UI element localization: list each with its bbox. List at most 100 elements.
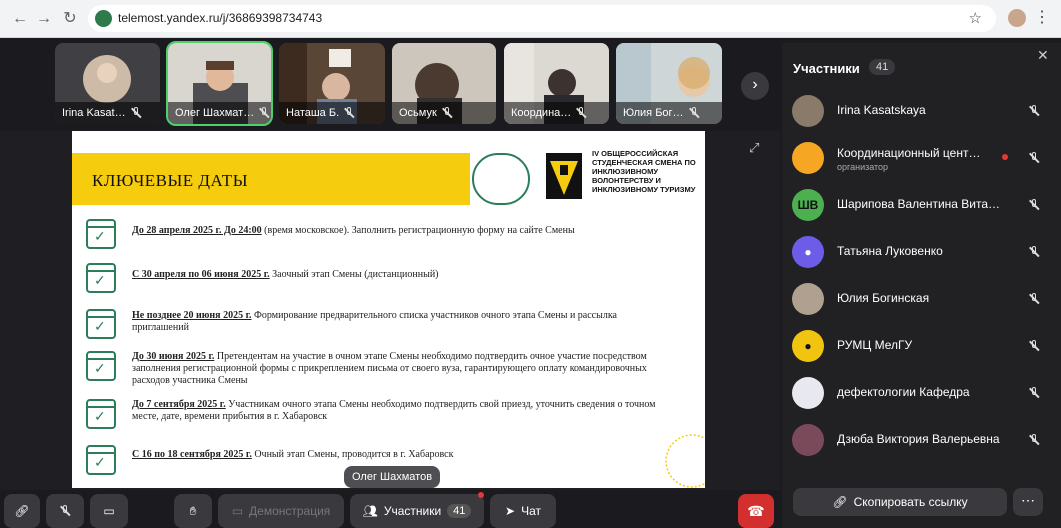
close-icon[interactable]: ✕	[1037, 47, 1049, 64]
mic-off-icon	[343, 107, 355, 119]
notification-dot	[1002, 154, 1008, 160]
mic-off-icon	[1028, 105, 1040, 117]
participant-name: Irina Kasatskaya	[837, 103, 926, 117]
participant-row[interactable]: Координационный цент… организатор	[792, 142, 1052, 176]
camera-toggle-button[interactable]: ▭	[90, 494, 128, 528]
participant-row[interactable]: Irina Kasatskaya	[792, 95, 1052, 129]
user-icon: ●	[804, 245, 812, 259]
hand-icon: ✋︎	[189, 503, 197, 518]
profile-avatar[interactable]	[1008, 9, 1026, 27]
key-date-item: До 30 июня 2025 г. Претендентам на участ…	[86, 351, 672, 387]
phone-hangup-icon: ☎︎	[747, 503, 765, 519]
video-tile[interactable]: Irina Kasat…	[55, 43, 160, 124]
mic-off-icon	[1028, 434, 1040, 446]
chat-label: Чат	[521, 504, 541, 518]
date-description: Заочный этап Смены (дистанционный)	[269, 269, 439, 280]
participant-row[interactable]: ШВ Шарипова Валентина Вита…	[792, 189, 1052, 223]
more-icon: ⋯	[1021, 492, 1035, 508]
avatar	[792, 283, 824, 315]
mic-off-icon	[1028, 293, 1040, 305]
date-label: До 7 сентября 2025 г.	[132, 399, 226, 410]
date-label: До 30 июня 2025 г.	[132, 351, 215, 362]
site-info-icon[interactable]	[95, 10, 112, 27]
mic-toggle-button[interactable]	[46, 494, 84, 528]
bookmark-star-icon[interactable]: ☆	[969, 9, 982, 27]
end-call-button[interactable]: ☎︎	[738, 494, 774, 528]
tile-name: Олег Шахмат…	[175, 107, 255, 119]
avatar: ШВ	[792, 189, 824, 221]
mic-off-icon	[130, 107, 142, 119]
mic-off-icon	[59, 505, 71, 517]
link-button[interactable]: 🔗︎	[4, 494, 40, 528]
calendar-check-icon	[86, 399, 116, 429]
decorative-sphere	[665, 434, 705, 488]
calendar-check-icon	[86, 219, 116, 249]
copy-link-label: Скопировать ссылку	[853, 495, 968, 509]
link-icon: 🔗︎	[832, 495, 848, 509]
tile-name: Осьмук	[399, 107, 437, 119]
mic-off-icon	[1028, 340, 1040, 352]
notification-dot	[478, 492, 484, 498]
video-tile[interactable]: Наташа Б.	[279, 43, 385, 124]
fullscreen-icon[interactable]: ⤢	[749, 140, 765, 156]
mic-off-icon	[258, 107, 270, 119]
address-bar[interactable]: telemost.yandex.ru/j/36869398734743 ☆	[88, 5, 996, 32]
panel-count: 41	[869, 59, 896, 75]
key-date-item: Не позднее 20 июня 2025 г. Формирование …	[86, 309, 672, 339]
send-icon: ➤	[505, 504, 516, 518]
video-tile[interactable]: Координа…	[504, 43, 609, 124]
avatar: ●	[792, 330, 824, 362]
video-tile[interactable]: Осьмук	[392, 43, 496, 124]
date-label: С 30 апреля по 06 июня 2025 г.	[132, 269, 270, 280]
participants-count: 41	[447, 504, 472, 518]
raise-hand-button[interactable]: ✋︎	[174, 494, 212, 528]
participants-button[interactable]: 👥︎ Участники 41	[350, 494, 484, 528]
date-label: С 16 по 18 сентября 2025 г.	[132, 449, 252, 460]
forward-icon[interactable]: →	[34, 9, 54, 29]
participant-row[interactable]: Юлия Богинская	[792, 283, 1052, 317]
date-description: Очный этап Смены, проводится в г. Хабаро…	[251, 449, 454, 460]
mic-off-icon	[441, 107, 453, 119]
browser-menu-icon[interactable]: ⋮	[1034, 9, 1050, 29]
participants-panel: Участники 41 ✕ Irina Kasatskaya Координа…	[782, 43, 1061, 528]
next-tiles-button[interactable]: ›	[741, 72, 769, 100]
tile-name: Координа…	[511, 107, 572, 119]
participant-name: Татьяна Луковенко	[837, 244, 943, 258]
participant-name: РУМЦ МелГУ	[837, 338, 913, 352]
back-icon[interactable]: ←	[10, 9, 30, 29]
tile-name: Irina Kasat…	[62, 107, 126, 119]
copy-link-button[interactable]: 🔗︎ Скопировать ссылку	[793, 488, 1007, 516]
participants-label: Участники	[383, 504, 442, 518]
mic-off-icon	[1028, 152, 1040, 164]
key-date-item: До 7 сентября 2025 г. Участникам очного …	[86, 399, 672, 429]
speaker-label: Олег Шахматов	[344, 466, 441, 488]
screen-share-button[interactable]: ▭ Демонстрация	[218, 494, 344, 528]
participant-row[interactable]: дефектологии Кафедра	[792, 377, 1052, 411]
slide-title: КЛЮЧЕВЫЕ ДАТЫ	[92, 171, 249, 190]
participant-row[interactable]: ● Татьяна Луковенко	[792, 236, 1052, 270]
mic-off-icon	[1028, 387, 1040, 399]
chat-button[interactable]: ➤ Чат	[490, 494, 556, 528]
date-label: Не позднее 20 июня 2025 г.	[132, 310, 252, 321]
reload-icon[interactable]: ↻	[60, 9, 80, 29]
video-tile-active[interactable]: Олег Шахмат…	[166, 41, 273, 126]
user-icon: ●	[804, 339, 812, 353]
avatar	[792, 424, 824, 456]
call-toolbar: 🔗︎ ▭ ✋︎ ▭ Демонстрация 👥︎ Участники 41 ➤ Чат	[0, 492, 780, 528]
mic-off-icon	[1028, 199, 1040, 211]
shared-slide: КЛЮЧЕВЫЕ ДАТЫ IV ОБЩЕРОССИЙСКАЯ СТУДЕНЧЕ…	[72, 131, 705, 488]
event-logo	[546, 153, 582, 199]
participant-name: дефектологии Кафедра	[837, 385, 970, 399]
participant-row[interactable]: Дзюба Виктория Валерьевна	[792, 424, 1052, 458]
calendar-check-icon	[86, 351, 116, 381]
video-tile[interactable]: Юлия Бог…	[616, 43, 722, 124]
event-slogan: IV ОБЩЕРОССИЙСКАЯ СТУДЕНЧЕСКАЯ СМЕНА ПО …	[592, 149, 696, 194]
mic-off-icon	[1028, 246, 1040, 258]
more-options-button[interactable]: ⋯	[1013, 488, 1043, 516]
calendar-check-icon	[86, 445, 116, 475]
participant-row[interactable]: ● РУМЦ МелГУ	[792, 330, 1052, 364]
participant-name: Координационный цент…	[837, 146, 981, 160]
avatar	[792, 142, 824, 174]
avatar	[792, 377, 824, 409]
mic-off-icon	[575, 107, 587, 119]
